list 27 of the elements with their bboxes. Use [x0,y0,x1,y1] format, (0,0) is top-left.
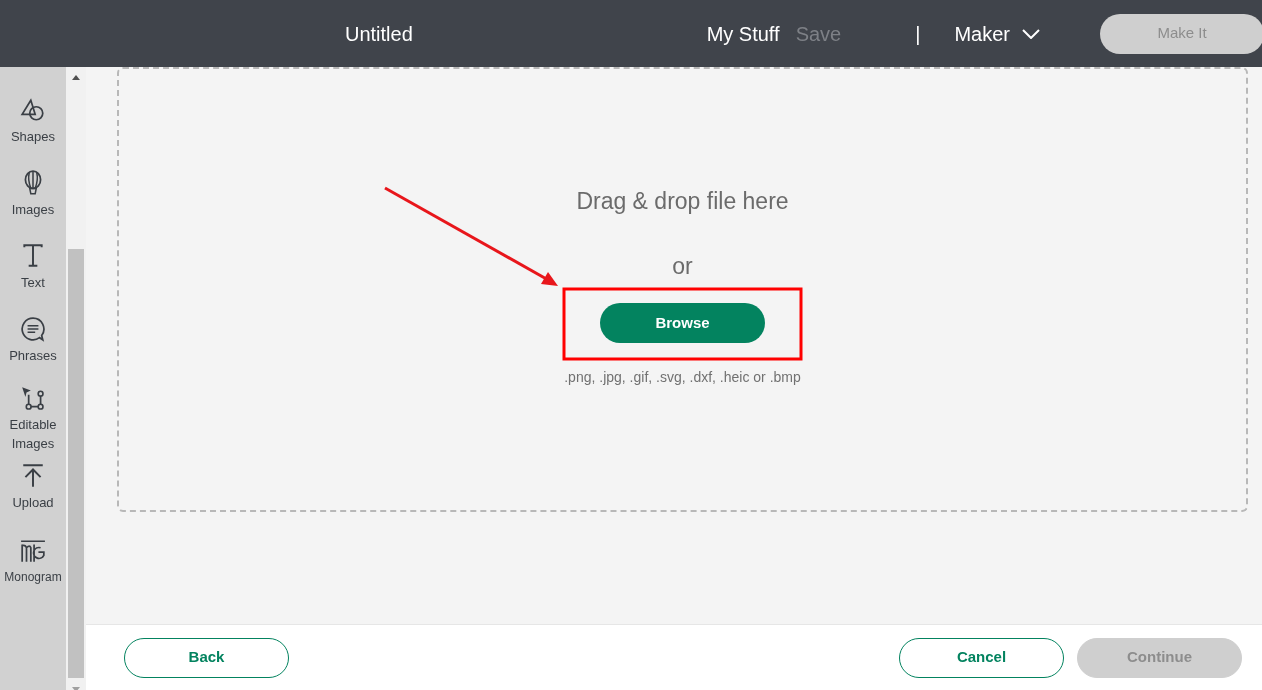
drop-heading: Drag & drop file here [576,187,789,216]
cancel-button[interactable]: Cancel [899,637,1064,678]
or-text: or [672,251,693,281]
letter-t-icon [20,243,46,269]
drop-zone[interactable]: Drag & drop file here or Browse .png, .jpg, .gif, .svg, .dxf, .heic or .bmp [117,67,1248,512]
shapes-icon [20,97,46,123]
machine-dropdown[interactable]: Maker [954,18,1040,49]
upload-icon [20,463,46,489]
sidebar-item[interactable]: Phrases [0,316,66,365]
sidebar-item[interactable]: Upload [0,463,66,512]
sidebar-item[interactable]: Shapes [0,97,66,146]
file-formats-text: .png, .jpg, .gif, .svg, .dxf, .heic or .bmp [564,368,801,387]
browse-button[interactable]: Browse [600,303,765,343]
document-title: Untitled [345,21,413,47]
scrollbar-thumb[interactable] [68,249,84,678]
sidebar-item[interactable]: Images [0,170,66,219]
sidebar-item[interactable]: Editable Images [0,385,66,453]
monogram-icon [20,538,46,564]
chevron-down-icon [1022,28,1040,39]
scroll-up-icon[interactable] [72,75,80,80]
sidebar-item[interactable]: Text [0,243,66,292]
nav-link[interactable]: My Stuff [706,18,780,49]
back-button[interactable]: Back [124,637,289,678]
vector-nodes-icon [20,385,46,411]
separator: | [915,21,921,47]
sidebar-item[interactable]: Monogram [0,538,66,587]
speech-bubble-icon [20,316,46,342]
